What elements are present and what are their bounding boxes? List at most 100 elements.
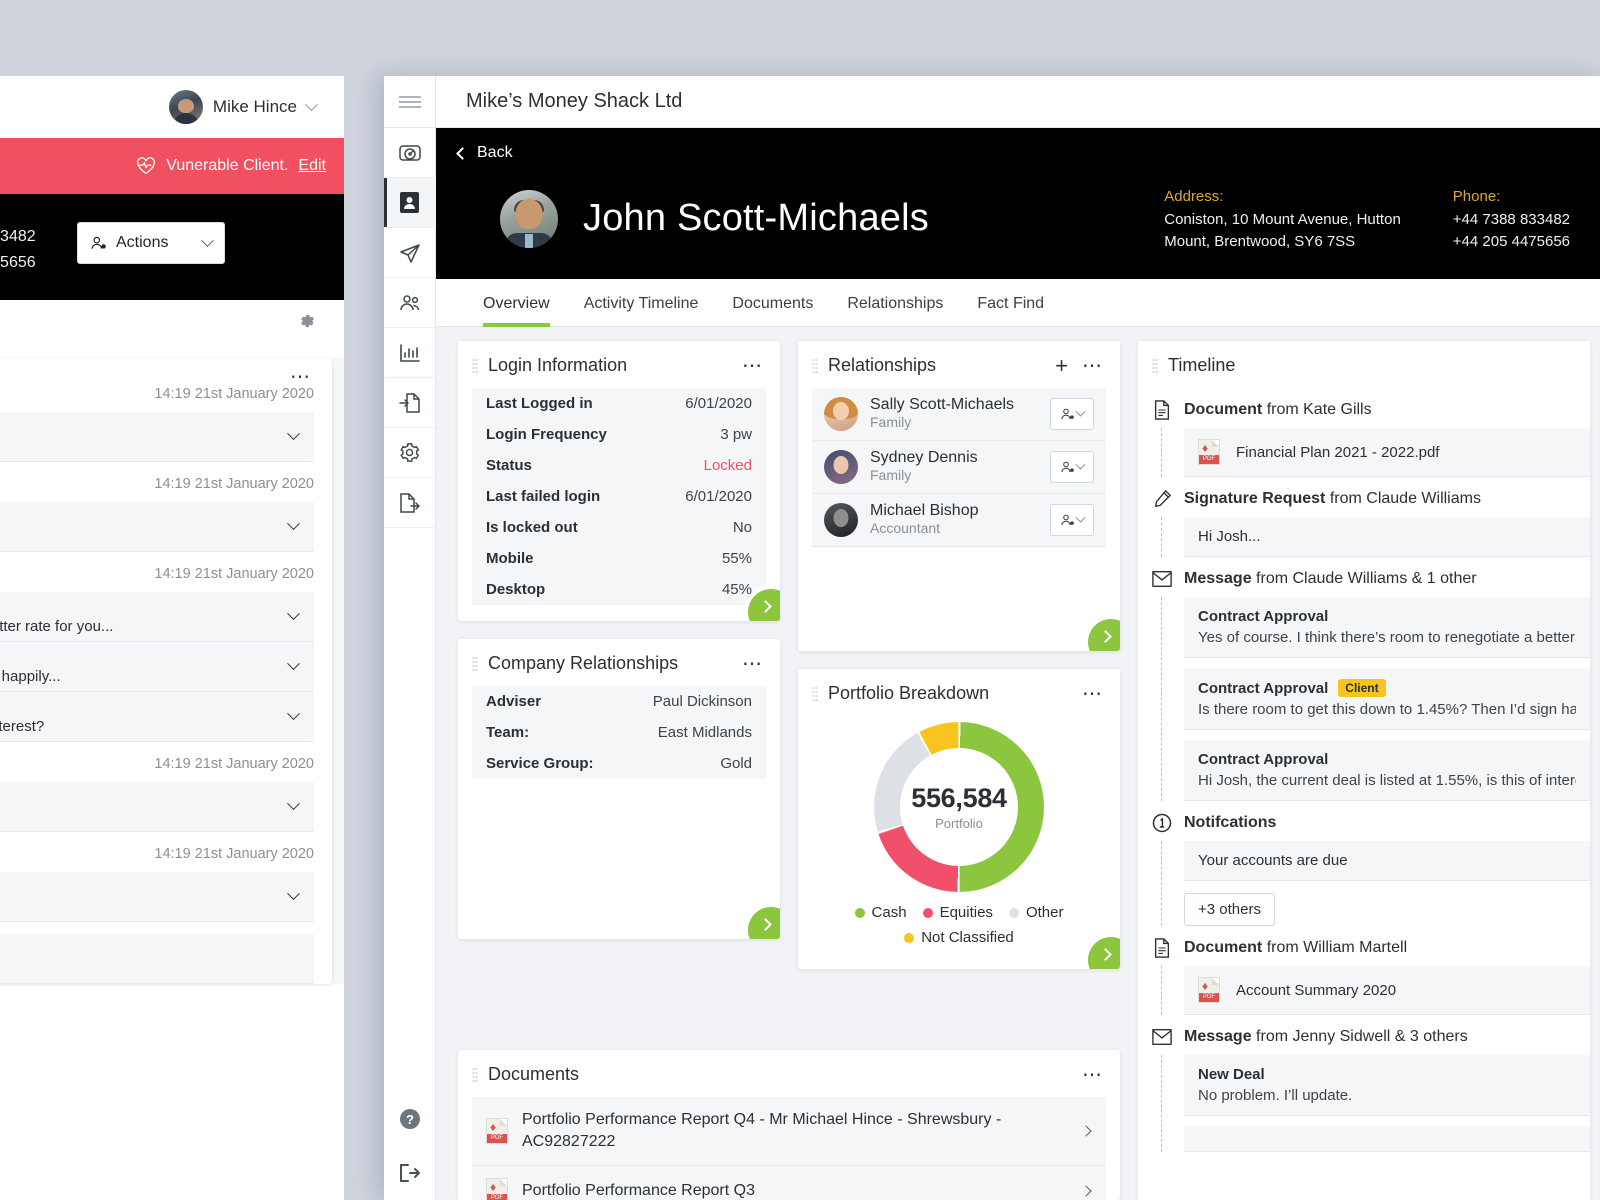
chevron-down-icon[interactable] <box>287 427 300 441</box>
list-item[interactable]: Michael Bishop Accountant <box>812 494 1106 547</box>
back-button[interactable]: Back <box>436 144 1600 162</box>
rail-item-people[interactable] <box>383 278 436 328</box>
tab-fact-find[interactable]: Fact Find <box>960 279 1061 326</box>
drag-handle-icon[interactable] <box>1152 357 1158 374</box>
timeline-item[interactable]: ♦ Account Summary 2020 <box>1184 966 1590 1015</box>
heartbeat-icon <box>137 157 156 175</box>
chevron-down-icon[interactable] <box>287 887 300 901</box>
user-settings-icon <box>91 236 106 249</box>
row-key: Team: <box>486 724 530 741</box>
bg-snippet: sign happily... <box>0 668 61 685</box>
rail-item-import[interactable] <box>383 378 436 428</box>
edit-link[interactable]: Edit <box>298 157 326 175</box>
menu-toggle[interactable] <box>383 76 436 128</box>
timeline-group: Notifcations Your accounts are due +3 ot… <box>1138 801 1590 926</box>
list-item[interactable]: ♦ Portfolio Performance Report Q3 <box>472 1166 1106 1200</box>
timeline-item[interactable]: New Deal No problem. I’ll update. <box>1184 1055 1590 1116</box>
rail-item-reports[interactable] <box>383 328 436 378</box>
more-options-icon[interactable]: ⋯ <box>290 367 312 387</box>
phone-block: Phone: +44 7388 833482 +44 205 4475656 <box>1453 188 1570 253</box>
tab-activity-timeline[interactable]: Activity Timeline <box>567 279 716 326</box>
rail-item-dashboard[interactable] <box>383 128 436 178</box>
expand-card-button[interactable] <box>748 907 780 939</box>
timeline-item[interactable]: Hi Josh... <box>1184 517 1590 557</box>
bg-row[interactable]: a better rate for you... <box>0 592 314 642</box>
drag-handle-icon[interactable] <box>472 357 478 374</box>
more-options-icon[interactable]: ⋯ <box>742 356 764 376</box>
chevron-down-icon <box>1075 512 1086 523</box>
bg-row[interactable]: of interest? <box>0 692 314 742</box>
timeline-card: Timeline Document from Kate Gills ♦ PDF … <box>1138 341 1590 1200</box>
bg-row[interactable] <box>0 782 314 832</box>
row-value: 3 pw <box>720 426 752 443</box>
timeline-group: Document from Kate Gills ♦ Financial Pla… <box>1138 388 1590 477</box>
actions-button[interactable]: Actions <box>77 222 225 264</box>
table-row: Adviser Paul Dickinson <box>472 686 766 717</box>
chart-legend: Cash Equities Other Not Classified <box>814 892 1104 962</box>
list-item[interactable]: Sally Scott-Michaels Family <box>812 388 1106 441</box>
user-permissions-icon <box>1061 461 1074 472</box>
timeline-item[interactable]: Contract Approval Yes of course. I think… <box>1184 597 1590 658</box>
bg-row[interactable] <box>0 934 314 984</box>
timeline-item[interactable] <box>1184 1126 1590 1152</box>
row-value: East Midlands <box>657 724 752 741</box>
drag-handle-icon[interactable] <box>472 655 478 672</box>
timeline-item[interactable]: Contract Approval Hi Josh, the current d… <box>1184 740 1590 801</box>
rail-item-contacts[interactable] <box>383 178 436 228</box>
page-title: Mike’s Money Shack Ltd <box>466 90 683 112</box>
paper-plane-icon <box>399 243 420 263</box>
client-hero: Back John Scott-Michaels Address: Conist… <box>436 128 1600 279</box>
chevron-down-icon[interactable] <box>287 657 300 671</box>
bg-row[interactable]: sign happily... <box>0 642 314 692</box>
rail-item-export[interactable] <box>383 478 436 528</box>
tab-documents[interactable]: Documents <box>715 279 830 326</box>
timeline-item[interactable]: ♦ Financial Plan 2021 - 2022.pdf <box>1184 428 1590 477</box>
expand-card-button[interactable] <box>1088 619 1120 651</box>
timeline-item[interactable]: Your accounts are due <box>1184 841 1590 881</box>
list-item[interactable]: Sydney Dennis Family <box>812 441 1106 494</box>
vulnerable-client-banner: Vunerable Client. Edit <box>0 138 344 194</box>
chevron-down-icon[interactable] <box>287 517 300 531</box>
chevron-left-icon <box>456 146 469 160</box>
more-options-icon[interactable]: ⋯ <box>1082 356 1104 376</box>
chevron-down-icon[interactable] <box>287 607 300 621</box>
relationship-permissions-button[interactable] <box>1050 451 1094 483</box>
timeline-items: New Deal No problem. I’ll update. <box>1161 1055 1590 1152</box>
relationship-permissions-button[interactable] <box>1050 398 1094 430</box>
timeline-item[interactable]: Contract Approval Client Is there room t… <box>1184 668 1590 730</box>
document-icon <box>1154 400 1170 420</box>
relationship-role: Family <box>870 414 912 430</box>
bg-row[interactable] <box>0 412 314 462</box>
background-window: Mike Hince Vunerable Client. Edit 88 833… <box>0 76 344 1200</box>
relationship-role: Accountant <box>870 520 941 536</box>
board-column-3: Timeline Document from Kate Gills ♦ PDF … <box>1138 341 1590 1200</box>
chevron-down-icon[interactable] <box>287 797 300 811</box>
bg-row[interactable] <box>0 872 314 922</box>
timeline-group-header: Signature Request from Claude Williams <box>1152 477 1590 517</box>
more-options-icon[interactable]: ⋯ <box>1082 684 1104 704</box>
chevron-down-icon[interactable] <box>287 707 300 721</box>
rail-item-help[interactable]: ? <box>384 1092 436 1146</box>
tab-overview[interactable]: Overview <box>466 279 567 327</box>
drag-handle-icon[interactable] <box>812 685 818 702</box>
more-options-icon[interactable]: ⋯ <box>1082 1065 1104 1085</box>
show-more-button[interactable]: +3 others <box>1184 893 1275 926</box>
chevron-down-icon[interactable] <box>305 97 318 111</box>
avatar <box>824 503 858 537</box>
gear-icon[interactable] <box>298 312 316 330</box>
card-title: Login Information <box>488 355 628 375</box>
bg-row[interactable] <box>0 502 314 552</box>
rail-item-settings[interactable] <box>383 428 436 478</box>
timeline-items: Your accounts are due +3 others <box>1161 841 1590 926</box>
rail-item-send[interactable] <box>383 228 436 278</box>
timeline-file-name: Account Summary 2020 <box>1236 981 1397 999</box>
drag-handle-icon[interactable] <box>812 357 818 374</box>
rail-item-logout[interactable] <box>384 1146 436 1200</box>
envelope-icon <box>1152 1029 1172 1045</box>
add-relationship-button[interactable]: + <box>1055 354 1068 376</box>
drag-handle-icon[interactable] <box>472 1066 478 1083</box>
relationship-permissions-button[interactable] <box>1050 504 1094 536</box>
list-item[interactable]: ♦ Portfolio Performance Report Q4 - Mr M… <box>472 1097 1106 1166</box>
more-options-icon[interactable]: ⋯ <box>742 654 764 674</box>
tab-relationships[interactable]: Relationships <box>830 279 960 326</box>
